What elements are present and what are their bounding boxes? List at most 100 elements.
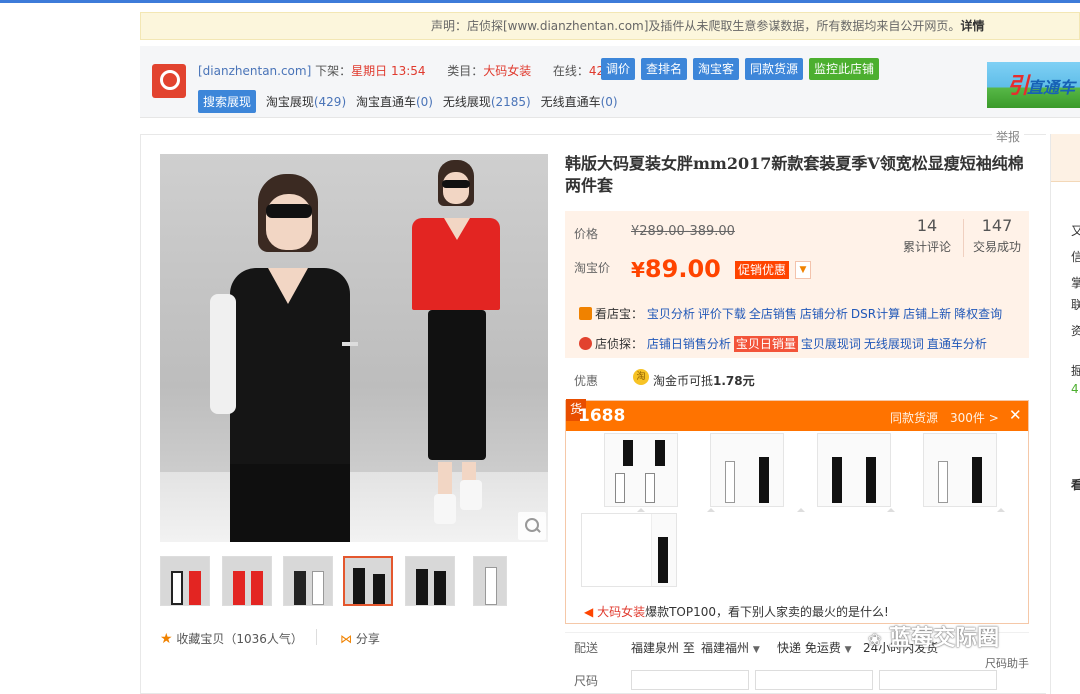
kandianbao-links: 看店宝： 宝贝分析 评价下载 全店销售 店铺分析 DSR计算 店铺上新 降权查询 [579, 305, 1005, 322]
hot-top100-banner[interactable]: ◀ 大码女装爆款TOP100，看下别人家卖的最火的是什么! [584, 603, 889, 620]
same-source-link[interactable]: 同款货源 300件 > [890, 409, 999, 426]
link-review-download[interactable]: 评价下载 [698, 307, 746, 321]
notice-details-link[interactable]: 详情 [960, 19, 984, 33]
promo-badge[interactable]: 促销优惠 [735, 261, 790, 279]
watermark-text: 蓝莓交际圈 [889, 626, 1000, 651]
source-item-3[interactable] [817, 433, 891, 507]
offshelf-value: 星期日 13:54 [351, 64, 426, 78]
hot-category: 大码女装 [597, 605, 646, 619]
zoom-icon[interactable] [518, 512, 546, 540]
tab-taobao-exposure[interactable]: 淘宝展现(429) [266, 95, 346, 109]
report-link[interactable]: 举报 [992, 128, 1025, 145]
link-store-new[interactable]: 店铺上新 [903, 307, 951, 321]
ztc-ad-banner[interactable]: 直通车引 [987, 62, 1080, 108]
adjust-price-button[interactable]: 调价 [601, 58, 636, 80]
category-value: 大码女装 [483, 64, 532, 78]
speaker-icon: ◀ [584, 605, 594, 619]
link-wireless-words[interactable]: 无线展现词 [864, 337, 924, 351]
wechat-icon: ❀ [868, 630, 882, 649]
online-label: 在线： [552, 64, 589, 78]
tab-wireless-exposure[interactable]: 无线展现(2185) [443, 95, 531, 109]
plugin-toolbar: [dianzhentan.com] 下架：星期日 13:54 类目：大码女装 在… [140, 46, 1080, 118]
caret [707, 508, 715, 512]
favorite-button[interactable]: ★ 收藏宝贝（1036人气） [160, 630, 303, 647]
shipping-label: 配送 [574, 641, 599, 655]
share-label: 分享 [355, 632, 380, 646]
size-option[interactable] [755, 670, 873, 690]
dianzhentan-label: 店侦探： [595, 337, 644, 351]
brand-1688-logo: 1688 [578, 406, 626, 426]
source-item-5[interactable] [581, 513, 677, 587]
size-option[interactable] [879, 670, 997, 690]
size-helper-label: 尺码助手 [985, 657, 1029, 670]
source-item-2[interactable] [710, 433, 784, 507]
sidebar-text: 看 [1071, 478, 1080, 492]
same-source-button[interactable]: 同款货源 [745, 58, 804, 80]
coin-discount-text: 淘金币可抵1.78元 [653, 374, 755, 388]
caret [637, 508, 645, 512]
notice-text: 声明：店侦探[www.dianzhentan.com]及插件从未爬取生意参谋数据… [431, 19, 961, 33]
sidebar-text: 掌 [1071, 276, 1080, 290]
source-item-4[interactable] [923, 433, 997, 507]
check-rank-button[interactable]: 查排名 [641, 58, 688, 80]
link-dsr-calc[interactable]: DSR计算 [851, 307, 900, 321]
source-item-1[interactable] [604, 433, 678, 507]
current-price: ¥89.00 [631, 255, 721, 283]
link-store-analysis[interactable]: 店铺分析 [800, 307, 848, 321]
search-exposure-tabs: 搜索展现 淘宝展现(429) 淘宝直通车(0) 无线展现(2185) 无线直通车… [198, 90, 618, 113]
sidebar-text: 掘 [1071, 364, 1080, 378]
ship-to-select[interactable]: 福建福州 ▼ [701, 639, 760, 656]
thumbnail-3[interactable] [283, 556, 333, 606]
share-icon: ⋈ [340, 632, 352, 646]
plugin-info-row: [dianzhentan.com] 下架：星期日 13:54 类目：大码女装 在… [198, 62, 624, 79]
divider [316, 629, 317, 645]
link-item-analysis[interactable]: 宝贝分析 [647, 307, 695, 321]
category-label: 类目： [447, 64, 484, 78]
thumbnail-6[interactable] [473, 556, 507, 606]
kandianbao-label: 看店宝： [595, 307, 644, 321]
taobao-coin-icon: 淘 [633, 369, 649, 385]
panel-1688-header: 货 1688 同款货源 300件 > ✕ [566, 399, 1028, 431]
close-icon[interactable]: ✕ [1009, 406, 1022, 424]
size-row: 尺码 [565, 670, 1029, 690]
model-right-figure [408, 160, 508, 540]
original-price: ¥289.00-389.00 [631, 224, 735, 239]
tab-search-exposure[interactable]: 搜索展现 [198, 90, 257, 113]
link-store-daily-sales[interactable]: 店铺日销售分析 [647, 337, 731, 351]
sales-count: 147 [981, 216, 1013, 235]
dianzhentan-icon [579, 337, 592, 350]
express-select[interactable]: 快递 免运费 ▼ [777, 639, 852, 656]
main-product-image[interactable] [160, 154, 548, 542]
sales-label: 交易成功 [973, 240, 1022, 254]
sidebar-text: 资 [1071, 324, 1080, 338]
chevron-down-icon[interactable]: ▼ [795, 261, 811, 279]
link-demotion-check[interactable]: 降权查询 [954, 307, 1002, 321]
favorite-label: 收藏宝贝（1036人气） [176, 632, 303, 646]
dianzhentan-links: 店侦探： 店铺日销售分析 宝贝日销量 宝贝展现词 无线展现词 直通车分析 [579, 335, 990, 352]
thumbnail-4-selected[interactable] [343, 556, 393, 606]
thumbnail-2[interactable] [222, 556, 272, 606]
link-item-exposure-words[interactable]: 宝贝展现词 [801, 337, 861, 351]
top-accent-line [0, 0, 1080, 3]
thumbnail-5[interactable] [405, 556, 455, 606]
site-link[interactable]: [dianzhentan.com] [198, 64, 311, 78]
review-label: 累计评论 [903, 240, 952, 254]
stat-divider [963, 219, 964, 257]
review-count-stat[interactable]: 14 累计评论 [903, 216, 951, 255]
tab-wireless-ztc[interactable]: 无线直通车(0) [541, 95, 618, 109]
share-button[interactable]: ⋈ 分享 [340, 630, 380, 647]
size-option[interactable] [631, 670, 749, 690]
caret [797, 508, 805, 512]
taobaoke-button[interactable]: 淘宝客 [693, 58, 740, 80]
sales-count-stat[interactable]: 147 交易成功 [973, 216, 1021, 255]
link-item-daily-sales[interactable]: 宝贝日销量 [733, 336, 798, 352]
link-store-sales[interactable]: 全店销售 [749, 307, 797, 321]
thumbnail-1[interactable] [160, 556, 210, 606]
tab-taobao-ztc[interactable]: 淘宝直通车(0) [356, 95, 433, 109]
monitor-store-button[interactable]: 监控此店铺 [809, 58, 880, 80]
right-sidebar: 又 信 掌 联 资 掘 4. 看 [1050, 134, 1080, 694]
hot-text: 爆款TOP100，看下别人家卖的最火的是什么! [645, 605, 889, 619]
link-ztc-analysis[interactable]: 直通车分析 [927, 337, 987, 351]
ship-from: 福建泉州 至 [631, 641, 695, 655]
size-label: 尺码 [574, 674, 599, 688]
